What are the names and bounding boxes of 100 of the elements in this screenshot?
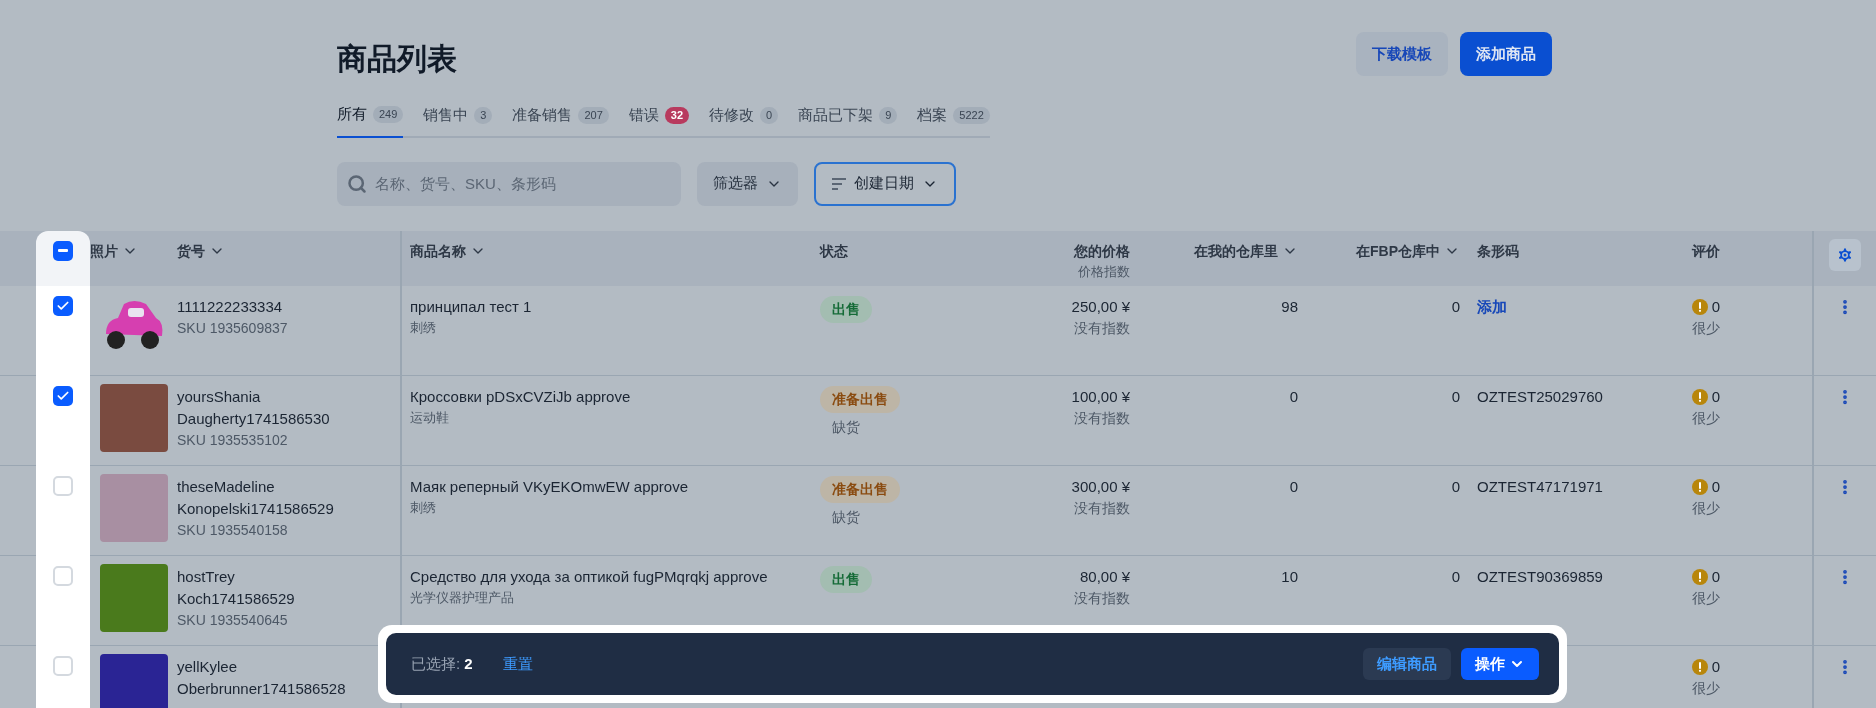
warning-icon	[1691, 478, 1708, 495]
rating-label: 很少	[1692, 319, 1720, 338]
rating-count: 0	[1711, 656, 1720, 677]
price: 80,00 ¥	[1079, 566, 1130, 587]
article-number: yoursShania	[177, 386, 261, 407]
stock-count: 0	[1451, 296, 1460, 317]
page-title: 商品列表	[337, 41, 457, 77]
price: 100,00 ¥	[1071, 386, 1130, 407]
column-header[interactable]: 在我的仓库里	[1194, 240, 1298, 262]
column-header[interactable]: 商品名称	[410, 240, 486, 262]
column-header: 您的价格	[1074, 241, 1130, 261]
stock-count: 0	[1289, 386, 1298, 407]
stock-count: 10	[1281, 566, 1298, 587]
column-header[interactable]: 照片	[90, 240, 138, 262]
download-template-button[interactable]: 下载模板	[1356, 32, 1448, 76]
product-category: 运动鞋	[410, 409, 449, 427]
gear-icon	[1836, 245, 1854, 264]
sku-number: SKU 1935535102	[177, 430, 288, 450]
article-number: Oberbrunner1741586528	[177, 678, 346, 699]
search-icon	[347, 173, 367, 194]
column-header: 条形码	[1477, 241, 1519, 261]
tab[interactable]: 销售中 3	[423, 103, 493, 138]
stock-count: 0	[1289, 476, 1298, 497]
status-badge: 出售	[820, 565, 872, 593]
price-index: 没有指数	[1074, 589, 1130, 608]
column-header[interactable]: 货号	[177, 240, 225, 262]
warning-icon	[1691, 388, 1708, 405]
checkbox[interactable]	[53, 385, 73, 406]
warning-icon	[1691, 298, 1708, 315]
warning-icon	[1691, 658, 1708, 675]
product-name: принципал тест 1	[410, 296, 532, 317]
article-number: Daugherty1741586530	[177, 408, 330, 429]
barcode: OZTEST25029760	[1477, 386, 1603, 407]
rating-label: 很少	[1692, 499, 1720, 518]
article-number: yellKylee	[177, 656, 238, 677]
barcode: OZTEST90369859	[1477, 566, 1603, 587]
search-field[interactable]: 名称、货号、SKU、条形码	[337, 161, 681, 206]
column-subheader: 价格指数	[1077, 262, 1130, 281]
sku-number: SKU 1935609837	[177, 318, 288, 338]
tab[interactable]: 商品已下架 9	[798, 103, 898, 138]
warning-icon	[1691, 568, 1708, 585]
stock-count: 98	[1281, 296, 1298, 317]
price: 250,00 ¥	[1071, 296, 1130, 317]
stock-count: 0	[1451, 476, 1460, 497]
actions-menu-button[interactable]: 操作	[1461, 648, 1539, 680]
tab[interactable]: 错误 32	[628, 103, 690, 138]
rating-count: 0	[1711, 296, 1720, 317]
tab[interactable]: 档案 5222	[917, 103, 990, 138]
checkbox[interactable]	[53, 655, 73, 676]
checkbox[interactable]	[53, 240, 73, 261]
column-header[interactable]: 在FBP仓库中	[1356, 240, 1460, 262]
rating-label: 很少	[1692, 679, 1720, 698]
article-number: 1111222233334	[177, 296, 283, 317]
column-header: 评价	[1692, 241, 1720, 261]
sort-button[interactable]: 创建日期	[814, 161, 956, 206]
tab[interactable]: 准备销售 207	[512, 103, 609, 138]
settings-button[interactable]	[1829, 238, 1861, 271]
product-category: 刺绣	[410, 319, 436, 337]
checkbox[interactable]	[53, 295, 73, 316]
status-badge: 准备出售	[820, 475, 900, 503]
price-index: 没有指数	[1074, 319, 1130, 338]
add-barcode-link[interactable]: 添加	[1477, 295, 1507, 318]
article-number: theseMadeline	[177, 476, 275, 497]
stock-count: 0	[1451, 566, 1460, 587]
barcode: OZTEST47171971	[1477, 476, 1603, 497]
sku-number: SKU 1935540645	[177, 610, 288, 630]
checkbox[interactable]	[53, 475, 73, 496]
edit-products-button[interactable]: 编辑商品	[1363, 648, 1451, 680]
minus-icon	[58, 249, 68, 252]
checkbox[interactable]	[53, 565, 73, 586]
reset-link[interactable]: 重置	[502, 652, 533, 676]
selected-count: 已选择: 2	[411, 653, 473, 674]
status-badge: 出售	[820, 295, 872, 323]
tab[interactable]: 所有 249	[337, 103, 404, 138]
sku-number: SKU 1935540158	[177, 520, 288, 540]
article-number: Konopelski1741586529	[177, 498, 334, 519]
filter-button[interactable]: 筛选器	[697, 161, 798, 206]
stock-count: 0	[1451, 386, 1460, 407]
rating-label: 很少	[1692, 589, 1720, 608]
product-category: 刺绣	[410, 499, 436, 517]
product-name: Кроссовки pDSxCVZiJb approve	[410, 386, 631, 407]
product-category: 光学仪器护理产品	[410, 589, 514, 607]
rating-count: 0	[1711, 566, 1720, 587]
rating-label: 很少	[1692, 409, 1720, 428]
rating-count: 0	[1711, 386, 1720, 407]
article-number: Koch1741586529	[177, 588, 295, 609]
price-index: 没有指数	[1074, 499, 1130, 518]
stock-note: 缺货	[831, 417, 860, 437]
add-product-button[interactable]: 添加商品	[1460, 32, 1552, 76]
stock-note: 缺货	[831, 507, 860, 527]
tab[interactable]: 待修改 0	[709, 103, 779, 138]
rating-count: 0	[1711, 476, 1720, 497]
sort-lines-icon	[832, 177, 846, 190]
price: 300,00 ¥	[1071, 476, 1130, 497]
product-name: Маяк реперный VKyEKOmwEW approve	[410, 476, 688, 497]
article-number: hostTrey	[177, 566, 235, 587]
status-badge: 准备出售	[820, 385, 900, 413]
column-header: 状态	[820, 241, 848, 261]
product-name: Средство для ухода за оптикой fugPMqrqkj approve	[410, 566, 768, 587]
price-index: 没有指数	[1074, 409, 1130, 428]
